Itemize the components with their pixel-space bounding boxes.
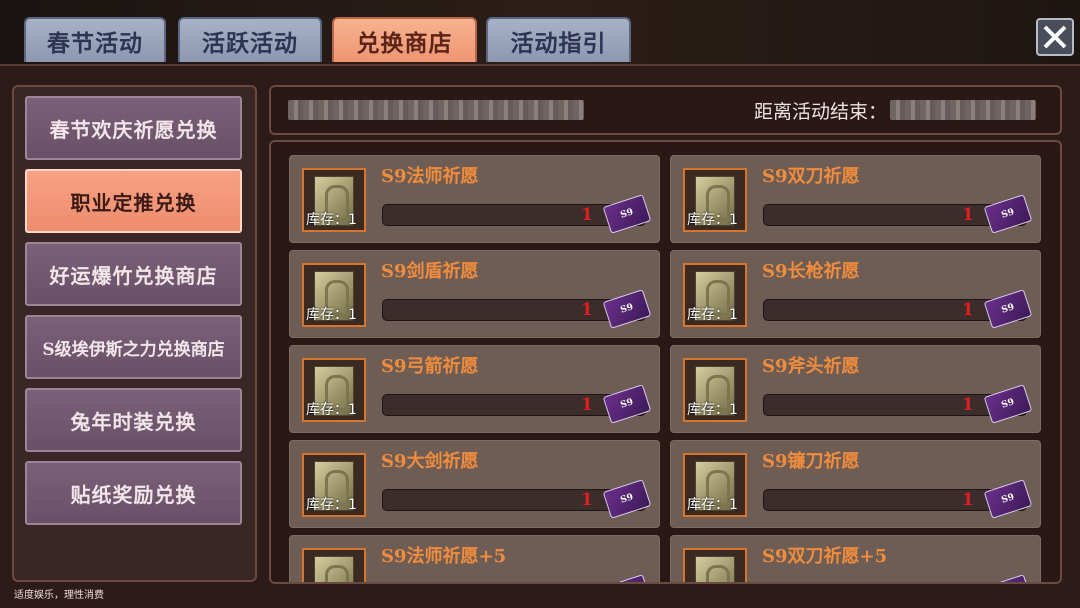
- item-title: S9剑盾祈愿: [381, 261, 479, 282]
- ticket-icon: S9: [602, 384, 652, 424]
- item-stock: 库存：1: [687, 212, 738, 228]
- ticket-label: S9: [1000, 207, 1016, 221]
- item-card[interactable]: 库存：1 S9镰刀祈愿 1 S9: [670, 440, 1041, 528]
- ticket-icon: S9: [983, 194, 1033, 234]
- ticket-label: S9: [619, 492, 635, 506]
- tab-spring-festival[interactable]: 春节活动: [24, 17, 166, 62]
- cost-count: 1: [581, 490, 593, 510]
- item-title: S9法师祈愿+5: [381, 546, 507, 567]
- item-title: S9长枪祈愿: [762, 261, 860, 282]
- cost-count: 1: [962, 490, 974, 510]
- menu-item-label: 好运爆竹兑换商店: [49, 263, 218, 288]
- tab-exchange-shop[interactable]: 兑换商店: [332, 17, 477, 62]
- menu-item-sticker-reward[interactable]: 贴纸奖励兑换: [25, 461, 242, 525]
- footer-note: 适度娱乐，理性消费: [14, 590, 104, 601]
- wish-scroll-icon: 库存：1: [683, 453, 747, 517]
- item-card[interactable]: 库存：1 S9剑盾祈愿 1 S9: [289, 250, 660, 338]
- ticket-icon: S9: [602, 289, 652, 329]
- item-title: S9弓箭祈愿: [381, 356, 479, 377]
- item-card[interactable]: 库存：1 S9弓箭祈愿 1 S9: [289, 345, 660, 433]
- item-title: S9双刀祈愿+5: [762, 546, 888, 567]
- tab-label: 春节活动: [47, 29, 143, 57]
- wish-scroll-icon: 库存：1: [683, 168, 747, 232]
- tab-label: 活动指引: [510, 29, 607, 57]
- ticket-label: S9: [619, 397, 635, 411]
- ticket-label: S9: [1000, 397, 1016, 411]
- item-stock: 库存：1: [306, 402, 357, 418]
- ticket-icon: S9: [602, 574, 652, 582]
- event-end-label: 距离活动结束：: [754, 101, 888, 123]
- cost-count: 1: [581, 300, 593, 320]
- item-card[interactable]: 库存：1 S9大剑祈愿 1 S9: [289, 440, 660, 528]
- cost-count: 1: [581, 395, 593, 415]
- tab-label: 活跃活动: [202, 29, 298, 57]
- close-icon: [1043, 25, 1067, 49]
- menu-item-class-exchange[interactable]: 职业定推兑换: [25, 169, 242, 233]
- tab-label: 兑换商店: [356, 29, 453, 57]
- menu-item-firecracker-shop[interactable]: 好运爆竹兑换商店: [25, 242, 242, 306]
- tab-active-events[interactable]: 活跃活动: [178, 17, 322, 62]
- menu-item-spring-wish[interactable]: 春节欢庆祈愿兑换: [25, 96, 242, 160]
- ticket-label: S9: [1000, 302, 1016, 316]
- item-list[interactable]: 库存：1 S9法师祈愿 1 S9 库存：1 S9双刀祈愿 1 S9 库存：1 S9剑盾祈愿 1 S9 库…: [269, 140, 1062, 584]
- item-card[interactable]: 库存：1 S9长枪祈愿 1 S9: [670, 250, 1041, 338]
- redacted-event-period: [288, 100, 584, 120]
- item-title: S9斧头祈愿: [762, 356, 860, 377]
- tab-event-guide[interactable]: 活动指引: [486, 17, 631, 62]
- menu-item-s-power-shop[interactable]: S级埃伊斯之力兑换商店: [25, 315, 242, 379]
- menu-item-label: 春节欢庆祈愿兑换: [49, 117, 218, 142]
- scroll-image: [314, 556, 354, 582]
- item-title: S9大剑祈愿: [381, 451, 479, 472]
- wish-scroll-icon: 库存：1: [683, 263, 747, 327]
- wish-scroll-icon: 库存：1: [683, 358, 747, 422]
- item-stock: 库存：1: [306, 497, 357, 513]
- item-card[interactable]: 库存：1 S9双刀祈愿 1 S9: [670, 155, 1041, 243]
- menu-item-label: S级埃伊斯之力兑换商店: [42, 339, 225, 360]
- item-stock: 库存：1: [306, 212, 357, 228]
- ticket-label: S9: [619, 302, 635, 316]
- item-stock: 库存：1: [687, 402, 738, 418]
- menu-item-label: 兔年时装兑换: [70, 409, 197, 434]
- scroll-image: [695, 556, 735, 582]
- wish-scroll-icon: 库存：1: [302, 358, 366, 422]
- ticket-icon: S9: [602, 479, 652, 519]
- menu-item-label: 贴纸奖励兑换: [70, 482, 197, 507]
- ticket-icon: S9: [602, 194, 652, 234]
- item-card[interactable]: 库存：1S9法师祈愿+51S9: [289, 535, 660, 582]
- item-title: S9镰刀祈愿: [762, 451, 860, 472]
- cost-count: 1: [581, 205, 593, 225]
- wish-scroll-icon: 库存：1: [302, 168, 366, 232]
- ticket-label: S9: [1000, 492, 1016, 506]
- ticket-icon: S9: [983, 479, 1033, 519]
- item-stock: 库存：1: [306, 307, 357, 323]
- ticket-icon: S9: [983, 289, 1033, 329]
- cost-count: 1: [962, 205, 974, 225]
- wish-scroll-icon: 库存：1: [683, 548, 747, 582]
- wish-scroll-icon: 库存：1: [302, 453, 366, 517]
- close-button[interactable]: [1036, 18, 1074, 56]
- item-card[interactable]: 库存：1 S9斧头祈愿 1 S9: [670, 345, 1041, 433]
- ticket-label: S9: [619, 207, 635, 221]
- wish-scroll-icon: 库存：1: [302, 548, 366, 582]
- menu-item-rabbit-costume[interactable]: 兔年时装兑换: [25, 388, 242, 452]
- ticket-icon: S9: [983, 384, 1033, 424]
- menu-item-label: 职业定推兑换: [70, 190, 197, 215]
- cost-count: 1: [962, 300, 974, 320]
- cost-count: 1: [962, 395, 974, 415]
- wish-scroll-icon: 库存：1: [302, 263, 366, 327]
- item-stock: 库存：1: [687, 497, 738, 513]
- item-card[interactable]: 库存：1S9双刀祈愿+51S9: [670, 535, 1041, 582]
- item-title: S9双刀祈愿: [762, 166, 860, 187]
- redacted-countdown: [890, 100, 1036, 120]
- item-title: S9法师祈愿: [381, 166, 479, 187]
- ticket-icon: S9: [983, 574, 1033, 582]
- item-card[interactable]: 库存：1 S9法师祈愿 1 S9: [289, 155, 660, 243]
- item-stock: 库存：1: [687, 307, 738, 323]
